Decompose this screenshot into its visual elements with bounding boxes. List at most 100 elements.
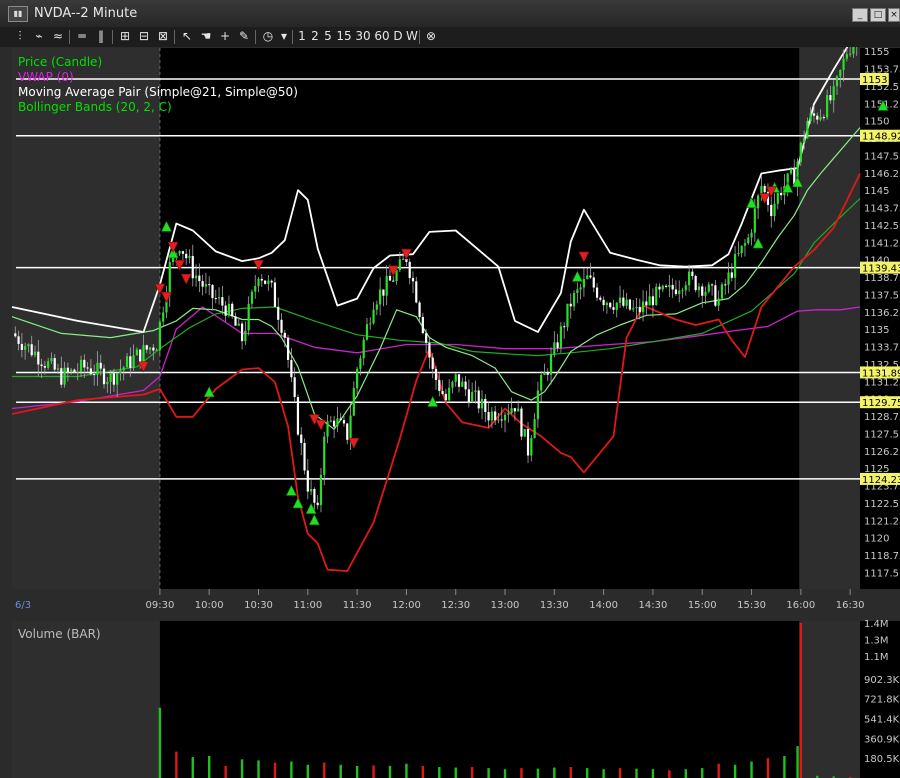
candle-body: [839, 70, 842, 77]
candle-body: [227, 303, 231, 316]
candle-body: [776, 192, 779, 204]
legend-entry[interactable]: Moving Average Pair (Simple@21, Simple@5…: [18, 85, 298, 99]
candle-body: [530, 438, 533, 456]
interval-1[interactable]: 1: [297, 28, 307, 45]
candle-body: [152, 347, 155, 351]
time-tick: 09:30: [145, 600, 174, 611]
minimize-button[interactable]: _: [852, 8, 868, 22]
toolbar-separator: [292, 30, 293, 44]
candle-body: [710, 284, 714, 286]
candle-body: [375, 304, 378, 310]
interval-d[interactable]: D: [393, 28, 403, 45]
candle-body: [569, 303, 572, 307]
volume-bar: [158, 707, 162, 778]
candle-body: [628, 299, 632, 310]
candle-body: [244, 330, 247, 342]
candle-body: [819, 117, 822, 120]
candle-body: [204, 284, 208, 287]
candle-body: [707, 284, 710, 292]
candle-body: [494, 411, 497, 421]
volume-bar: [372, 765, 375, 778]
interval-30[interactable]: 30: [355, 28, 371, 45]
candle-body: [701, 286, 704, 296]
interval-60[interactable]: 60: [374, 28, 390, 45]
volume-bar: [750, 761, 753, 778]
candle-body: [849, 53, 852, 55]
candle-body: [822, 117, 825, 119]
candle-body: [852, 47, 855, 54]
candle-body: [477, 390, 480, 409]
interval-w[interactable]: W: [406, 28, 418, 45]
candle-body: [737, 253, 740, 255]
close-chart-icon[interactable]: ⊗: [424, 28, 438, 45]
candle-body: [132, 355, 135, 368]
toolbar-separator: [112, 30, 113, 44]
close-button[interactable]: ×: [888, 8, 900, 22]
candle-body: [451, 381, 454, 388]
candle-body: [283, 332, 286, 338]
candle-body: [648, 296, 651, 306]
candle-body: [30, 344, 33, 356]
candle-body: [411, 278, 415, 282]
level-label: 1131.89: [862, 368, 900, 379]
price-tick: 1145: [864, 186, 889, 197]
zoom-icon[interactable]: ⊠: [155, 28, 171, 45]
legend-entry[interactable]: Price (Candle): [18, 55, 102, 69]
price-tick: 1146.25: [864, 169, 900, 180]
horizontal-line-icon[interactable]: ═: [74, 28, 90, 45]
legend-entry[interactable]: Bollinger Bands (20, 2, C): [18, 100, 172, 114]
vertical-line-icon[interactable]: ‖: [93, 28, 109, 45]
time-tick: 15:00: [688, 600, 717, 611]
candle-body: [231, 303, 234, 317]
volume-bar: [306, 764, 310, 778]
level-label: 1148.92: [862, 132, 900, 143]
candle-body: [385, 275, 388, 296]
hand-icon[interactable]: ☚: [198, 28, 214, 45]
volume-bar: [487, 768, 490, 778]
candle-body: [119, 370, 122, 374]
toolbar-separator: [255, 30, 256, 44]
candle-body: [595, 287, 599, 298]
price-tick: 1136.25: [864, 308, 900, 319]
candle-body: [106, 381, 109, 385]
crosshair-icon[interactable]: +: [217, 28, 233, 45]
cursor-icon[interactable]: ↖: [179, 28, 195, 45]
interval-15[interactable]: 15: [336, 28, 352, 45]
candle-body: [750, 232, 753, 238]
price-tick: 1121.25: [864, 516, 900, 527]
interval-5[interactable]: 5: [323, 28, 333, 45]
dropdown-icon[interactable]: ▾: [279, 28, 289, 45]
volume-legend: Volume (BAR): [18, 627, 101, 641]
indicators-icon[interactable]: ≈: [50, 28, 66, 45]
price-tick: 1133.75: [864, 343, 900, 354]
bar-chart-icon[interactable]: ⫶: [12, 28, 28, 45]
candle-body: [273, 282, 277, 307]
volume-bar: [635, 768, 638, 778]
price-tick: 1137.5: [864, 290, 899, 301]
candle-body: [17, 336, 20, 344]
volume-bar: [421, 765, 425, 778]
candle-body: [724, 284, 727, 286]
candle-body: [263, 280, 267, 284]
legend-entry[interactable]: VWAP (0): [18, 70, 74, 84]
crosshair-box-icon[interactable]: ⊞: [117, 28, 133, 45]
maximize-button[interactable]: □: [870, 8, 886, 22]
clock-icon[interactable]: ◷: [260, 28, 276, 45]
time-tick: 16:00: [786, 600, 815, 611]
interval-2[interactable]: 2: [310, 28, 320, 45]
pencil-icon[interactable]: ✎: [236, 28, 252, 45]
candle-body: [415, 281, 418, 303]
candle-body: [572, 293, 576, 307]
volume-bar: [175, 751, 178, 778]
volume-bar: [191, 757, 194, 778]
candle-body: [421, 316, 424, 334]
level-label: 1124.23: [862, 475, 900, 486]
candle-body: [743, 243, 747, 246]
candle-body: [27, 344, 30, 347]
candle-body: [139, 349, 142, 362]
draw-tools-icon[interactable]: ⌁: [31, 28, 47, 45]
candle-body: [33, 351, 37, 356]
candle-body: [799, 142, 802, 162]
candle-body: [43, 366, 46, 368]
grid-icon[interactable]: ⊟: [136, 28, 152, 45]
